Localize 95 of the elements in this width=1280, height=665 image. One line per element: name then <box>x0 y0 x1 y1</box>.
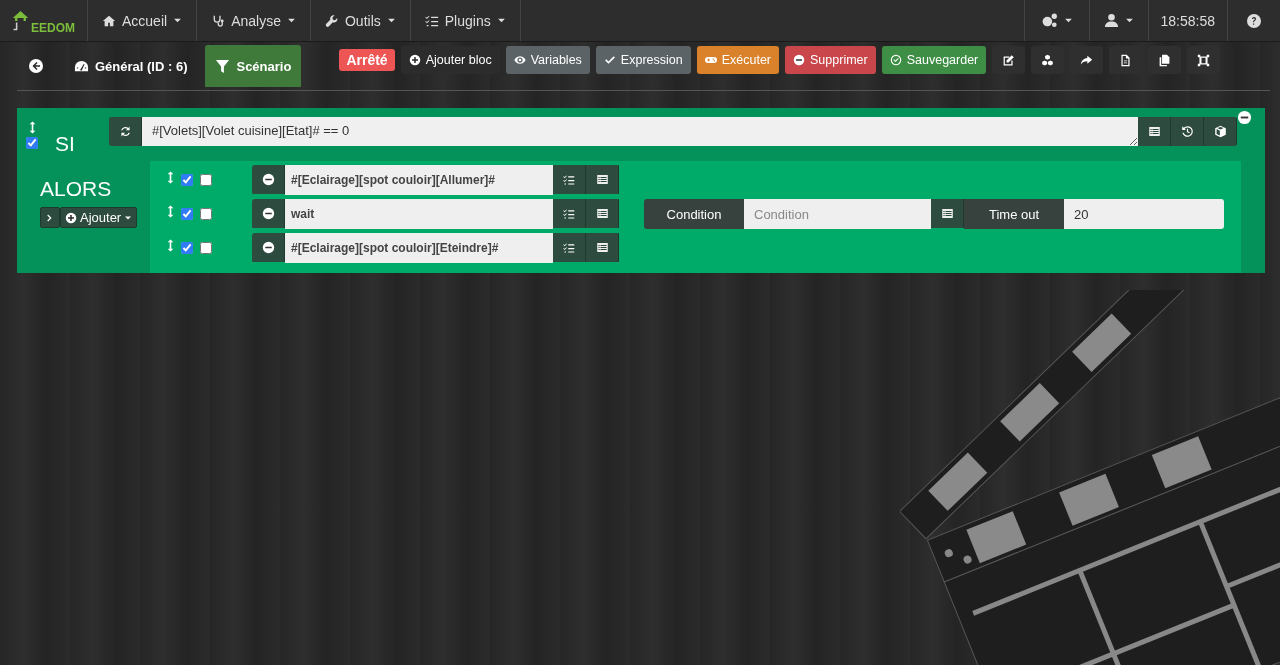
plus-circle-icon <box>65 211 77 224</box>
checklist-icon <box>563 241 575 254</box>
timeout-label: Time out <box>964 199 1064 229</box>
back-button[interactable] <box>28 58 44 74</box>
action-button[interactable]: Variables <box>505 46 590 74</box>
list-icon <box>940 207 954 220</box>
enable-checkbox[interactable] <box>181 242 193 254</box>
user-icon <box>1103 13 1119 28</box>
parallel-checkbox[interactable] <box>200 174 212 186</box>
refresh-button[interactable] <box>109 117 142 146</box>
minus-circle-icon <box>793 54 806 66</box>
list-button[interactable] <box>931 199 964 228</box>
gauge-icon <box>74 58 89 74</box>
then-label: ALORS <box>40 177 113 201</box>
history-icon <box>1180 125 1194 138</box>
nav-menu[interactable]: Analyse <box>197 0 311 41</box>
condition-input[interactable]: Condition <box>744 199 931 229</box>
tool-button[interactable] <box>1148 46 1182 74</box>
action-button[interactable]: Ajouter bloc <box>400 46 500 74</box>
collapse-button[interactable] <box>40 207 60 228</box>
caret-icon <box>1124 16 1134 25</box>
action-input[interactable]: #[Eclairage][spot couloir][Eteindre]# <box>285 233 553 263</box>
options-button[interactable] <box>553 233 586 262</box>
tab[interactable]: Scénario <box>205 45 302 87</box>
document-icon <box>1119 53 1133 67</box>
remove-button[interactable] <box>252 233 285 262</box>
share-icon <box>1080 53 1094 67</box>
action-input[interactable]: wait <box>285 199 553 229</box>
options-button[interactable] <box>553 165 586 194</box>
checklist-icon <box>563 207 575 220</box>
nav-menu[interactable]: Plugins <box>410 0 521 41</box>
edit-icon <box>1002 53 1016 67</box>
caret-icon <box>496 16 506 25</box>
tool-button[interactable] <box>992 46 1026 74</box>
refresh-icon <box>118 125 132 138</box>
condition-field[interactable]: #[Volets][Volet cuisine][Etat]# == 0 <box>142 117 1138 146</box>
list-icon <box>595 241 609 254</box>
caret-icon <box>286 16 296 25</box>
block-enable-checkbox[interactable] <box>26 137 38 149</box>
enable-checkbox[interactable] <box>181 208 193 220</box>
list-button[interactable] <box>586 233 619 262</box>
list-icon <box>595 207 609 220</box>
options-button[interactable] <box>553 199 586 228</box>
checklist-icon <box>563 173 575 186</box>
cube-button[interactable] <box>1204 117 1237 146</box>
help-icon <box>1246 12 1262 29</box>
parallel-checkbox[interactable] <box>200 242 212 254</box>
remove-block-button[interactable] <box>1237 110 1252 125</box>
remove-button[interactable] <box>252 165 285 194</box>
filter-icon <box>215 58 231 74</box>
action-button[interactable]: Supprimer <box>785 46 876 74</box>
cubes-icon <box>1041 53 1055 67</box>
gamepad-icon <box>704 54 717 66</box>
condition-label: Condition <box>644 199 744 229</box>
minus-circle-icon <box>261 241 275 254</box>
if-label: SI <box>55 132 76 156</box>
add-button[interactable]: Ajouter <box>60 207 138 228</box>
list-button[interactable] <box>586 199 619 228</box>
parallel-checkbox[interactable] <box>200 208 212 220</box>
copy-icon <box>1158 53 1172 67</box>
clock-time: 18:58:58 <box>1160 12 1215 29</box>
tool-button[interactable] <box>1031 46 1065 74</box>
check-icon <box>603 54 616 66</box>
stethoscope-icon <box>211 13 226 28</box>
minus-circle-icon <box>261 207 275 220</box>
minus-circle-icon <box>1237 110 1252 125</box>
nav-menu[interactable]: Accueil <box>88 0 198 41</box>
tab[interactable]: Général (ID : 6) <box>64 45 198 87</box>
remove-button[interactable] <box>252 199 285 228</box>
list-icon <box>1147 125 1161 138</box>
list-button[interactable] <box>586 165 619 194</box>
caret-icon <box>386 16 396 25</box>
cube-icon <box>1213 125 1227 138</box>
tool-button[interactable] <box>1187 46 1221 74</box>
list-button[interactable] <box>1138 117 1171 146</box>
wrench-icon <box>324 13 339 28</box>
plus-circle-icon <box>408 54 421 66</box>
gears-icon <box>1040 12 1058 29</box>
history-button[interactable] <box>1171 117 1204 146</box>
minus-circle-icon <box>261 173 275 186</box>
logo-text: EEDOM <box>31 20 75 35</box>
enable-checkbox[interactable] <box>181 174 193 186</box>
eye-icon <box>513 54 526 66</box>
home-icon <box>102 13 116 28</box>
checklist-icon <box>424 13 439 28</box>
action-button[interactable]: Expression <box>595 46 691 74</box>
action-input[interactable]: #[Eclairage][spot couloir][Allumer]# <box>285 165 553 195</box>
list-icon <box>595 173 609 186</box>
crop-icon <box>1197 53 1211 67</box>
status-badge: Arrêté <box>339 49 395 71</box>
caret-icon <box>1063 16 1073 25</box>
caret-icon <box>173 16 183 25</box>
timeout-input[interactable]: 20 <box>1064 199 1224 229</box>
nav-menu[interactable]: Outils <box>310 0 411 41</box>
action-button[interactable]: Sauvegarder <box>881 46 987 74</box>
